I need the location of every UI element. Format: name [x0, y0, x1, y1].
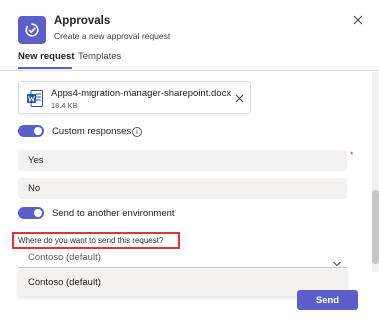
close-icon[interactable]: [351, 13, 365, 27]
app-subtitle: Create a new approval request: [54, 31, 171, 41]
custom-responses-toggle[interactable]: [18, 125, 44, 137]
chevron-down-icon: [333, 254, 341, 267]
attachment-file-name: Apps4-migration-manager-sharepoint.docx: [51, 88, 232, 99]
response-field-text: No: [28, 183, 41, 194]
approvals-icon: [18, 16, 46, 44]
response-field-1[interactable]: Yes: [18, 150, 347, 171]
required-marker: *: [350, 150, 354, 160]
custom-responses-label: Custom responses: [52, 126, 132, 137]
send-to-environment-toggle[interactable]: [18, 207, 44, 219]
info-icon[interactable]: i: [132, 127, 142, 137]
response-field-2[interactable]: No: [18, 178, 347, 199]
environment-question-highlight: Where do you want to send this request?: [12, 232, 180, 249]
send-to-environment-label: Send to another environment: [52, 208, 175, 219]
send-button[interactable]: Send: [297, 290, 358, 310]
environment-question-label: Where do you want to send this request?: [18, 236, 164, 245]
active-tab-indicator: [18, 67, 72, 69]
environment-dropdown-value: Contoso (default): [28, 252, 101, 263]
word-document-icon: [27, 90, 43, 107]
scrollbar-thumb[interactable]: [372, 190, 379, 264]
tab-new-request[interactable]: New request: [18, 51, 75, 62]
environment-option-label: Contoso (default): [28, 277, 101, 288]
approvals-glyph: [25, 23, 39, 37]
remove-attachment-icon[interactable]: [232, 91, 246, 105]
response-field-text: Yes: [28, 155, 44, 166]
app-title: Approvals: [54, 15, 111, 27]
tab-divider: [0, 70, 379, 71]
attachment-card[interactable]: Apps4-migration-manager-sharepoint.docx …: [18, 81, 251, 114]
environment-dropdown[interactable]: Contoso (default): [18, 248, 347, 268]
tab-templates[interactable]: Templates: [78, 51, 121, 62]
attachment-file-size: 18.4 KB: [51, 101, 78, 110]
